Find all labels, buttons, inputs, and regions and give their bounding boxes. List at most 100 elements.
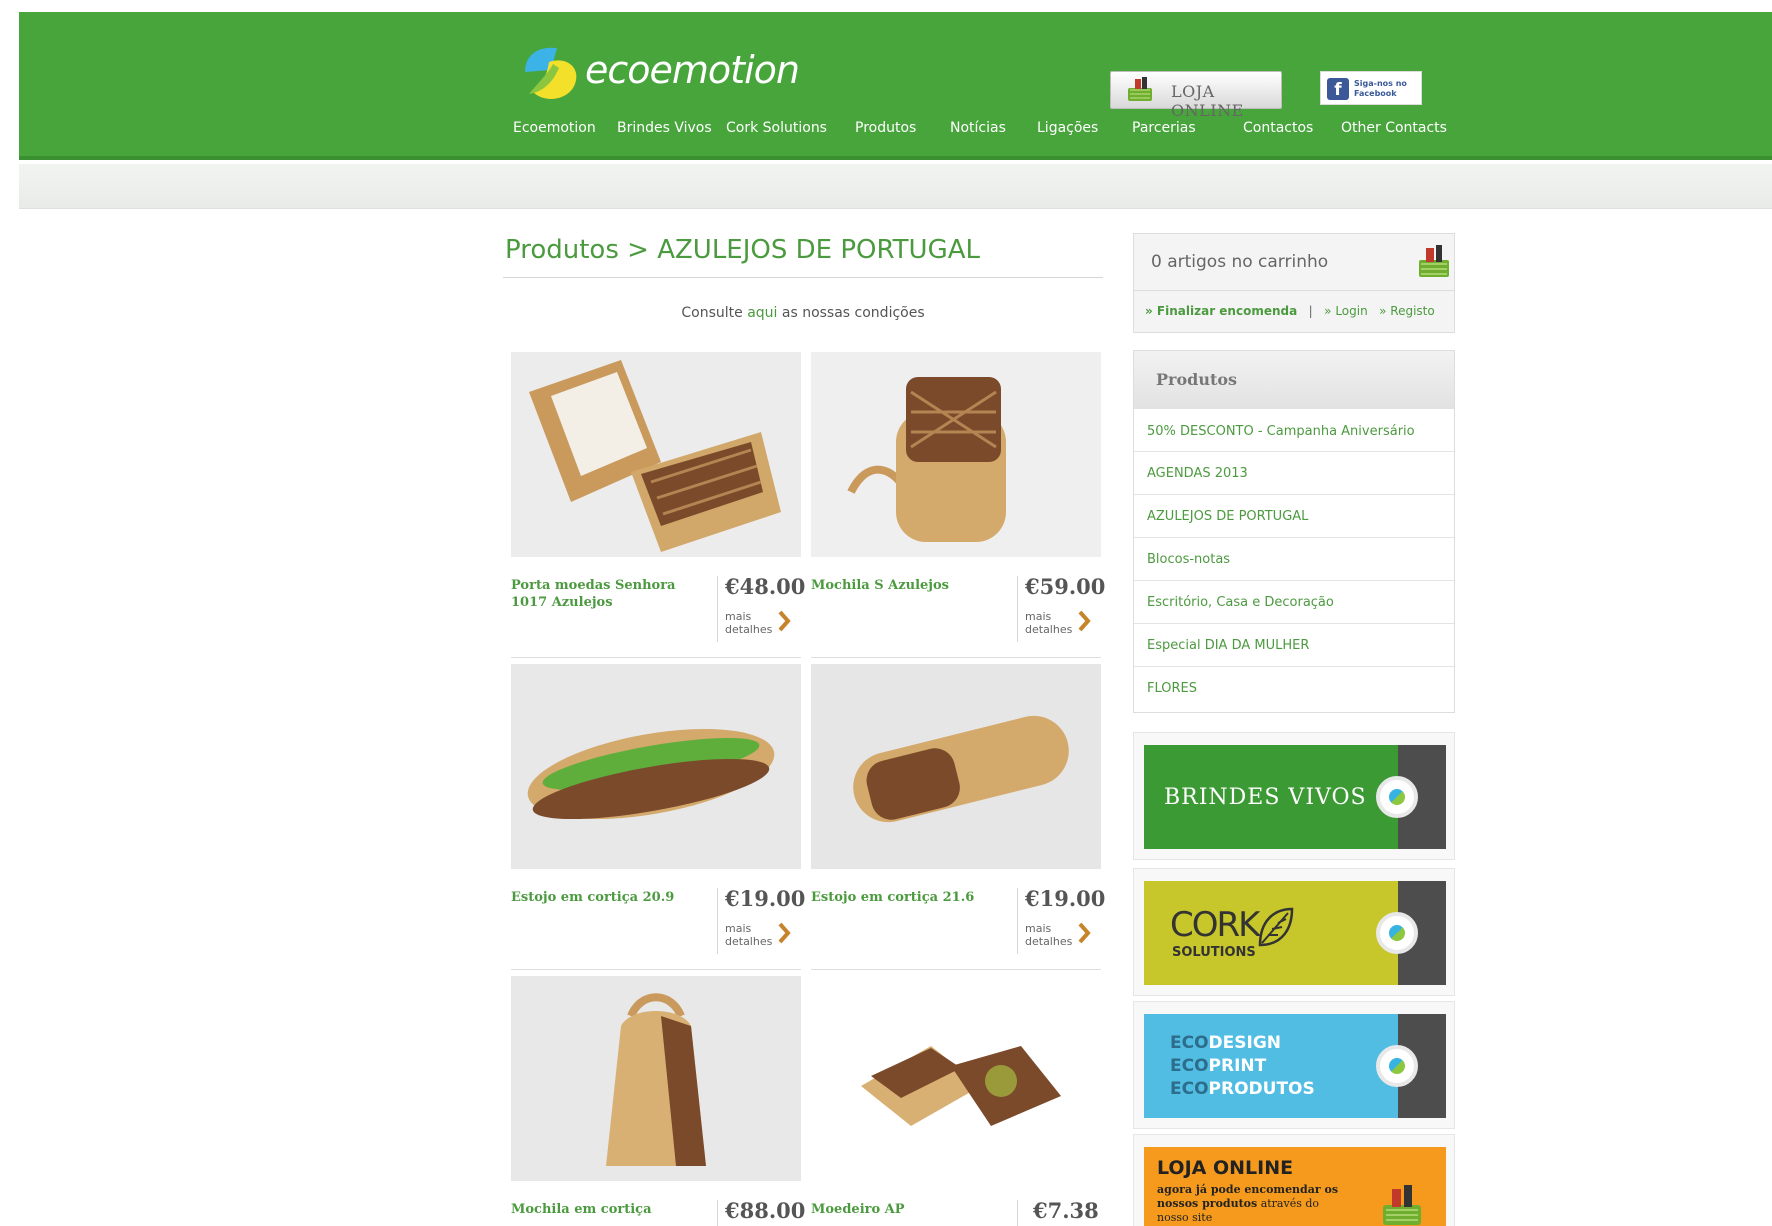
categories-panel: Produtos 50% DESCONTO - Campanha Anivers… [1133,350,1455,713]
price-divider [717,576,718,642]
backpack-photo-icon [511,976,801,1181]
nav-parcerias[interactable]: Parcerias [1132,120,1196,136]
cork-text: CORK [1170,905,1260,945]
product-price: €48.00 [725,574,806,599]
category-item[interactable]: Especial DIA DA MULHER [1134,624,1454,667]
backpack-small-photo-icon [811,352,1101,557]
product-card: Mochila S Azulejos €59.00 mais detalhes [811,352,1105,662]
loja-online-label: LOJA ONLINE [1171,82,1244,120]
nav-ligacoes[interactable]: Ligações [1037,120,1098,136]
product-price: €19.00 [1025,886,1106,911]
product-name[interactable]: Moedeiro AP [811,1201,1011,1218]
logo-mark-icon [525,47,577,99]
brindes-vivos-banner[interactable]: BRINDES VIVOS [1144,745,1446,849]
nav-brindes-vivos[interactable]: Brindes Vivos [617,120,712,136]
product-price: €7.38 [1033,1198,1099,1223]
row-divider [811,969,1101,970]
eco-design-banner[interactable]: ECODESIGN ECOPRINT ECOPRODUTOS [1144,1014,1446,1118]
price-divider [1017,888,1018,954]
wallet-photo-icon [511,352,801,557]
facebook-button[interactable]: f Siga-nos no Facebook [1320,71,1422,105]
categories-header: Produtos [1134,351,1454,409]
product-image[interactable] [511,352,801,557]
pencil-case-photo-icon [811,664,1101,869]
shop-banner-title: LOJA ONLINE [1157,1157,1294,1179]
category-item[interactable]: Blocos-notas [1134,538,1454,581]
nav-cork-solutions[interactable]: Cork Solutions [726,120,827,136]
product-image[interactable] [811,352,1101,557]
nav-noticias[interactable]: Notícias [950,120,1006,136]
category-item[interactable]: Escritório, Casa e Decoração [1134,581,1454,624]
more-details-link[interactable]: mais detalhes [725,610,775,636]
product-name[interactable]: Mochila S Azulejos [811,577,1011,594]
shop-banner-text: agora já pode encomendar os nossos produ… [1157,1183,1338,1225]
category-item[interactable]: 50% DESCONTO - Campanha Aniversário [1134,409,1454,452]
checkout-link[interactable]: » Finalizar encomenda [1145,304,1297,318]
eco-prefix: ECO [1170,1056,1209,1076]
nav-contactos[interactable]: Contactos [1243,120,1313,136]
category-item[interactable]: AGENDAS 2013 [1134,452,1454,495]
banner-frame: ECODESIGN ECOPRINT ECOPRODUTOS [1133,1001,1455,1129]
ecoemotion-circle-icon [1376,1045,1418,1087]
eco-line: ECODESIGN [1170,1032,1315,1055]
nav-ecoemotion[interactable]: Ecoemotion [513,120,596,136]
conditions-link[interactable]: aqui [747,305,777,321]
page-title: Produtos > AZULEJOS DE PORTUGAL [505,235,980,265]
logo[interactable]: ecoemotion [519,42,800,108]
product-card: Porta moedas Senhora 1017 Azulejos €48.0… [511,352,805,662]
product-image[interactable] [811,664,1101,869]
more-details-link[interactable]: mais detalhes [1025,610,1075,636]
shop-banner-line2: nossos produtos através do [1157,1197,1320,1210]
loja-online-button[interactable]: LOJA ONLINE [1110,71,1282,120]
ecoemotion-circle-icon [1376,776,1418,818]
cork-solutions-banner[interactable]: CORK SOLUTIONS [1144,881,1446,985]
pencil-case-open-photo-icon [511,664,801,869]
product-card: Mochila em cortiça €88.00 [511,976,805,1226]
product-image[interactable] [511,976,801,1181]
product-name[interactable]: Porta moedas Senhora 1017 Azulejos [511,577,711,611]
title-divider [503,277,1103,278]
login-link[interactable]: » Login [1324,304,1368,318]
category-item[interactable]: AZULEJOS DE PORTUGAL [1134,495,1454,538]
more-details-link[interactable]: mais detalhes [1025,922,1075,948]
product-name[interactable]: Estojo em cortiça 20.9 [511,889,711,906]
shopping-basket-icon[interactable] [1416,242,1452,280]
more-details-link[interactable]: mais detalhes [725,922,775,948]
loja-online-banner[interactable]: LOJA ONLINE agora já pode encomendar os … [1144,1147,1446,1226]
row-divider [511,969,801,970]
eco-prefix: ECO [1170,1033,1209,1053]
chevron-right-icon[interactable] [777,922,791,944]
conditions-suffix: as nossas condições [777,305,925,321]
product-image[interactable] [811,976,1101,1181]
chevron-right-icon[interactable] [1077,610,1091,632]
category-item[interactable]: FLORES [1134,667,1454,710]
eco-prefix: ECO [1170,1079,1209,1099]
register-link[interactable]: » Registo [1379,304,1435,318]
product-price: €88.00 [725,1198,806,1223]
basket-icon [1128,77,1152,101]
eco-word: PRINT [1208,1056,1267,1076]
eco-line: ECOPRODUTOS [1170,1078,1315,1101]
nav-other-contacts[interactable]: Other Contacts [1341,120,1447,136]
cart-count: 0 artigos no carrinho [1151,252,1329,272]
product-name[interactable]: Estojo em cortiça 21.6 [811,889,1011,906]
categories-title: Produtos [1156,370,1238,389]
row-divider [511,657,801,658]
shop-banner-line1: agora já pode encomendar os [1157,1183,1339,1196]
chevron-right-icon[interactable] [1077,922,1091,944]
facebook-icon: f [1327,78,1349,100]
product-card: Estojo em cortiça 21.6 €19.00 mais detal… [811,664,1105,974]
price-divider [717,1200,718,1226]
nav-produtos[interactable]: Produtos [855,120,916,136]
leaf-icon [1258,907,1294,947]
price-divider [717,888,718,954]
shop-banner-line3: nosso site [1157,1211,1213,1224]
product-image[interactable] [511,664,801,869]
chevron-right-icon[interactable] [777,610,791,632]
product-name[interactable]: Mochila em cortiça [511,1201,711,1218]
row-divider [811,657,1101,658]
product-price: €19.00 [725,886,806,911]
cart-links: » Finalizar encomenda | » Login » Regist… [1145,304,1435,318]
coin-purse-photo-icon [811,976,1101,1181]
cart-link-separator: | [1308,304,1313,318]
